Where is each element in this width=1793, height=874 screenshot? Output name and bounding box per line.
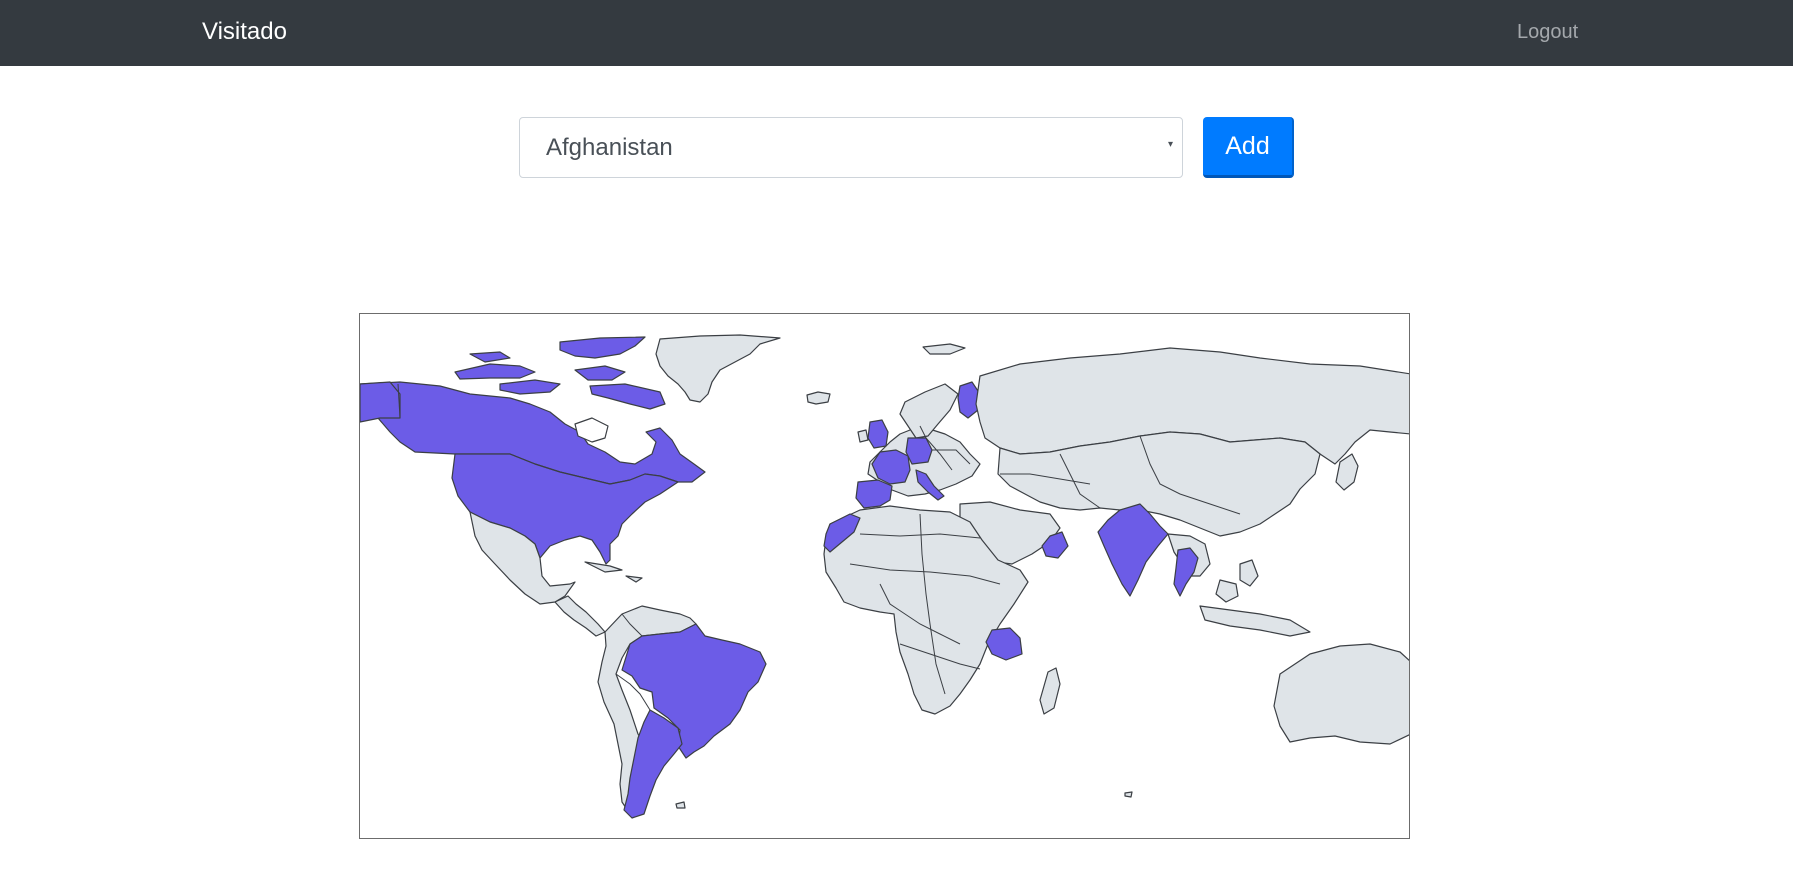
region-maritime-southeast-asia <box>1199 559 1311 637</box>
logout-link[interactable]: Logout <box>1517 21 1578 44</box>
country-greenland[interactable] <box>655 334 781 403</box>
country-select-value: Afghanistan <box>546 134 673 161</box>
country-ireland[interactable] <box>857 429 869 443</box>
country-thailand[interactable] <box>1173 547 1199 597</box>
country-select[interactable]: Afghanistan ▾ <box>519 117 1183 178</box>
region-caribbean <box>584 561 643 583</box>
country-united-kingdom[interactable] <box>867 419 889 449</box>
region-central-america <box>554 595 606 637</box>
country-australia[interactable] <box>1273 643 1410 745</box>
country-tanzania[interactable] <box>985 627 1023 661</box>
world-map <box>359 313 1410 839</box>
country-germany[interactable] <box>905 437 933 465</box>
brand-link[interactable]: Visitado <box>202 18 287 46</box>
island-falklands <box>675 801 686 809</box>
country-iceland[interactable] <box>806 391 831 405</box>
country-spain[interactable] <box>855 479 893 509</box>
world-map-svg <box>360 334 1410 819</box>
top-navbar: Visitado Logout <box>0 0 1793 66</box>
chevron-down-icon: ▾ <box>1167 139 1173 150</box>
country-madagascar[interactable] <box>1039 667 1061 715</box>
island-svalbard <box>922 343 966 355</box>
add-country-button[interactable]: Add <box>1203 117 1294 178</box>
country-alaska[interactable] <box>360 381 401 423</box>
country-india[interactable] <box>1097 503 1169 597</box>
island-kerguelen <box>1124 791 1133 798</box>
